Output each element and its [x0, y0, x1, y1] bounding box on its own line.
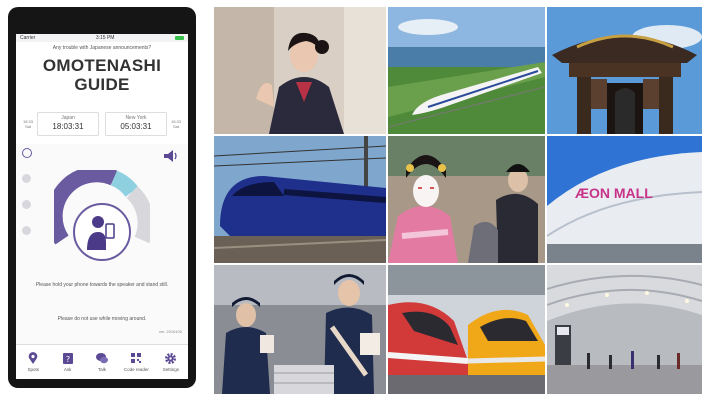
qr-code-icon: [131, 353, 142, 363]
battery-icon: [175, 36, 184, 40]
gear-icon: [165, 353, 177, 364]
chat-bubble-icon: [96, 353, 109, 364]
svg-text:?: ?: [65, 355, 69, 364]
warning-text: Please do not use while moving around.: [57, 316, 147, 322]
photo-shinkansen: [388, 7, 545, 134]
compass-icon[interactable]: [22, 148, 32, 158]
clock-time: 05:03:31: [120, 122, 152, 131]
app-screen: Carrier 3:15 PM Any trouble with Japanes…: [16, 34, 188, 379]
clock-time: 18:03:31: [52, 122, 84, 131]
aeon-mall-sign: ÆON MALL: [575, 185, 653, 201]
clock-date-left: 15:33 Sat: [22, 119, 33, 129]
tab-bar: Spots ? Ask Talk Code reader Settings: [16, 344, 188, 379]
world-clocks: 15:33 Sat Japan 18:03:31 New York 05:03:…: [22, 112, 182, 136]
clock-date-right: 15:33 Sat: [170, 119, 181, 129]
tab-talk[interactable]: Talk: [85, 345, 119, 379]
photo-kabuki-performance: [388, 136, 545, 263]
tab-ask[interactable]: ? Ask: [50, 345, 84, 379]
status-bar: Carrier 3:15 PM: [16, 34, 188, 42]
tab-code-reader[interactable]: Code reader: [119, 345, 153, 379]
instruction-text: Please hold your phone towards the speak…: [35, 282, 169, 288]
clock-city: New York: [125, 115, 147, 121]
photo-station-attendant: [214, 7, 386, 134]
version-text: ver. 2016100: [158, 329, 182, 334]
tab-label: Settings: [162, 367, 179, 372]
tab-label: Spots: [27, 367, 39, 372]
app-header: Any trouble with Japanese announcements?…: [16, 42, 188, 147]
sound-level-gauge: [54, 170, 150, 261]
tab-label: Talk: [98, 367, 107, 372]
listening-panel: Please hold your phone towards the speak…: [16, 144, 188, 344]
tab-label: Ask: [63, 367, 72, 372]
status-carrier: Carrier: [20, 35, 36, 41]
history-icon[interactable]: [22, 174, 31, 183]
ask-text: Any trouble with Japanese announcements?: [52, 45, 152, 51]
photo-airport-terminal: [547, 265, 702, 394]
photo-police-officers: [214, 265, 386, 394]
speaker-icon[interactable]: [162, 148, 180, 164]
status-time: 3:15 PM: [95, 35, 115, 41]
photo-blue-train: [214, 136, 386, 263]
photo-aeon-mall: ÆON MALL: [547, 136, 702, 263]
tab-settings[interactable]: Settings: [154, 345, 188, 379]
question-icon: ?: [62, 353, 73, 364]
map-pin-icon: [28, 352, 38, 364]
person-icon[interactable]: [22, 200, 31, 209]
clock-new-york: New York 05:03:31: [105, 112, 167, 136]
photo-castle-gate: [547, 7, 702, 134]
clock-japan: Japan 18:03:31: [37, 112, 99, 136]
app-title-line2: GUIDE: [74, 75, 130, 94]
app-title-line1: OMOTENASHI: [42, 56, 162, 75]
smartphone: Carrier 3:15 PM Any trouble with Japanes…: [8, 7, 196, 388]
clock-city: Japan: [61, 115, 75, 121]
photo-express-trains: [388, 265, 545, 394]
tab-label: Code reader: [123, 367, 149, 372]
location-icon[interactable]: [22, 226, 31, 235]
tab-spots[interactable]: Spots: [16, 345, 50, 379]
